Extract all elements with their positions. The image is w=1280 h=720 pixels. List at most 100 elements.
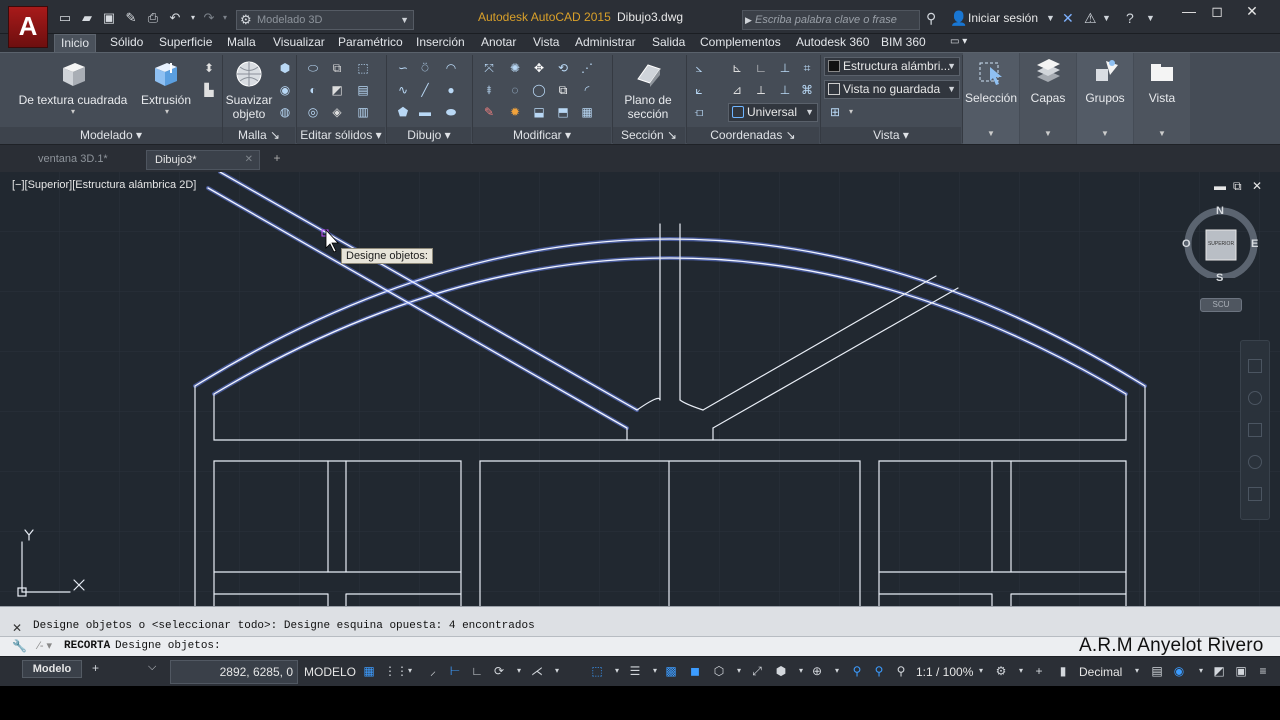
units-select[interactable]: Decimal (1079, 665, 1122, 679)
close-command-line-icon[interactable]: ✕ (12, 621, 22, 635)
visual-style-select[interactable]: Estructura alámbri... ▼ (824, 57, 960, 76)
coordinates-display[interactable]: 2892, 6285, 0 (170, 660, 298, 684)
selection-cycling-icon[interactable]: ◼ (688, 664, 702, 678)
chevron-down-icon[interactable]: ▾ (512, 664, 526, 678)
viewcube-west[interactable]: O (1182, 238, 1191, 250)
drawing-canvas[interactable] (0, 172, 1280, 606)
chevron-down-icon[interactable]: ▾ (648, 664, 662, 678)
close-viewport-icon[interactable]: ✕ (1252, 179, 1262, 193)
tab-superficie[interactable]: Superficie (153, 34, 218, 52)
new-tab-icon[interactable]: + (266, 151, 288, 169)
ucs-world-icon[interactable]: ⊾ (730, 61, 744, 75)
tab-visualizar[interactable]: Visualizar (267, 34, 331, 52)
tab-autodesk-360[interactable]: Autodesk 360 (790, 34, 875, 52)
add-layout-icon[interactable]: + (92, 661, 99, 675)
chevron-down-icon[interactable]: ▾ (1194, 664, 1208, 678)
pan-icon[interactable] (1248, 391, 1262, 405)
search-input[interactable]: ▶ Escriba palabra clave o frase (742, 10, 920, 30)
exchange-icon[interactable]: ✕ (1062, 10, 1074, 27)
separate-icon[interactable]: ▥ (356, 105, 370, 119)
viewcube-east[interactable]: E (1251, 238, 1258, 250)
panel-title-coordenadas[interactable]: Coordenadas ↘ (687, 127, 819, 145)
close-icon[interactable]: ✕ (1238, 3, 1266, 21)
print-icon[interactable]: ⎙ (146, 11, 160, 25)
array-rect-icon[interactable]: ▦ (580, 105, 594, 119)
saved-view-select[interactable]: Vista no guardada ▼ (824, 80, 960, 99)
workspace-select[interactable]: ⚙ Modelado 3D ▼ (236, 10, 414, 30)
polysolid-icon[interactable]: ▙ (202, 83, 216, 97)
chevron-down-icon[interactable]: ▾ (1014, 664, 1028, 678)
isometric-icon[interactable]: ⋌ (530, 664, 544, 678)
selection-tool[interactable]: Selección ▼ (963, 53, 1019, 145)
ucs-object-icon[interactable]: ⟂ (754, 83, 768, 97)
ucs-3point-icon[interactable]: ⟤ (692, 105, 706, 119)
extrude-faces-icon[interactable]: ▤ (356, 83, 370, 97)
layers-tool[interactable]: Capas ▼ (1020, 53, 1076, 145)
selection-filter-icon[interactable]: ⬢ (774, 664, 788, 678)
chevron-down-icon[interactable]: ▾ (732, 664, 746, 678)
chevron-down-icon[interactable]: ▾ (66, 105, 80, 119)
arc-icon[interactable]: ◠ (444, 61, 458, 75)
union-icon[interactable]: ⬭ (306, 61, 320, 75)
ucs-icon[interactable]: ⦣ (692, 61, 706, 75)
panel-title-modelado[interactable]: Modelado ▾ (0, 127, 222, 145)
mesh-edit-icon[interactable]: ◍ (278, 105, 292, 119)
mesh-cone-icon[interactable]: ◉ (278, 83, 292, 97)
intersect-icon[interactable]: ◎ (306, 105, 320, 119)
chevron-down-icon[interactable]: ▾ (974, 664, 988, 678)
tab-inicio[interactable]: Inicio (54, 34, 97, 52)
tab-salida[interactable]: Salida (646, 34, 691, 52)
erase-icon[interactable]: ✎ (482, 105, 496, 119)
viewcube-north[interactable]: N (1216, 205, 1224, 217)
panel-title-seccion[interactable]: Sección ↘ (613, 127, 685, 145)
redo-dropdown-icon[interactable]: ▾ (218, 11, 232, 25)
dynamic-ucs-icon[interactable]: ⤢ (750, 664, 764, 678)
line-icon[interactable]: ╱ (418, 83, 432, 97)
section-plane-label[interactable]: Plano de sección (616, 93, 680, 121)
dynamic-input-icon[interactable]: ⊢ (448, 664, 462, 678)
showmotion-icon[interactable] (1248, 487, 1262, 501)
save-as-icon[interactable]: ✎ (124, 11, 138, 25)
viewcube-face-superior[interactable]: SUPERIOR (1206, 241, 1236, 247)
file-tab-dibujo3[interactable]: Dibujo3* ✕ (146, 150, 260, 170)
trim-icon[interactable]: ⤧ (482, 61, 496, 75)
chevron-down-icon[interactable]: ▼ (1146, 13, 1155, 23)
annotation-monitor-icon[interactable]: + (1032, 664, 1046, 678)
shell-icon[interactable]: ⧉ (330, 61, 344, 75)
chevron-down-icon[interactable]: ▾ (794, 664, 808, 678)
minimize-icon[interactable]: — (1175, 3, 1203, 21)
snap-icon[interactable]: ⋮⋮ (384, 664, 408, 678)
ucs-z-icon[interactable]: ⌘ (800, 83, 814, 97)
object-snap-icon[interactable]: ⬚ (590, 664, 604, 678)
panel-title-malla[interactable]: Malla ↘ (223, 127, 295, 145)
ellipse-icon[interactable]: ⬬ (444, 105, 458, 119)
presspull-icon[interactable]: ⬍ (202, 61, 216, 75)
model-space-toggle[interactable]: MODELO (304, 665, 356, 679)
ucs-view-icon[interactable]: ⌗ (800, 61, 814, 75)
subtract-icon[interactable]: ◐ (306, 83, 320, 97)
extract-edges-icon[interactable]: ⬚ (356, 61, 370, 75)
fillet-icon[interactable]: ◜ (580, 83, 594, 97)
close-tab-icon[interactable]: ✕ (245, 151, 253, 169)
restore-icon[interactable]: ◻ (1203, 3, 1231, 21)
chevron-down-icon[interactable]: ▼ (1102, 13, 1111, 23)
isolate-objects-icon[interactable]: ◩ (1212, 664, 1226, 678)
panel-title-modificar[interactable]: Modificar ▾ (473, 127, 611, 145)
chevron-down-icon[interactable]: ▾ (844, 105, 858, 119)
ucs-face-icon[interactable]: ⊿ (730, 83, 744, 97)
application-menu-button[interactable]: A (8, 6, 48, 48)
offset-icon[interactable]: ◌ (508, 83, 522, 97)
sign-in-link[interactable]: Iniciar sesión (968, 11, 1038, 25)
open-file-icon[interactable]: ▰ (80, 11, 94, 25)
restore-viewport-icon[interactable]: ⧉ (1233, 179, 1242, 194)
infer-constraints-icon[interactable]: ⸝ (426, 664, 440, 678)
tab-anotar[interactable]: Anotar (475, 34, 522, 52)
annotation-visibility-icon[interactable]: ⚲ (850, 664, 864, 678)
align-icon[interactable]: ⯒ (482, 83, 496, 97)
box-solid-icon[interactable] (58, 59, 88, 89)
panel-title-dibujo[interactable]: Dibujo ▾ (387, 127, 471, 145)
zoom-icon[interactable] (1248, 423, 1262, 437)
mesh-box-icon[interactable]: ⬢ (278, 61, 292, 75)
array-icon[interactable]: ⋰ (580, 61, 594, 75)
viewcube[interactable]: N S E O SUPERIOR (1182, 204, 1258, 284)
